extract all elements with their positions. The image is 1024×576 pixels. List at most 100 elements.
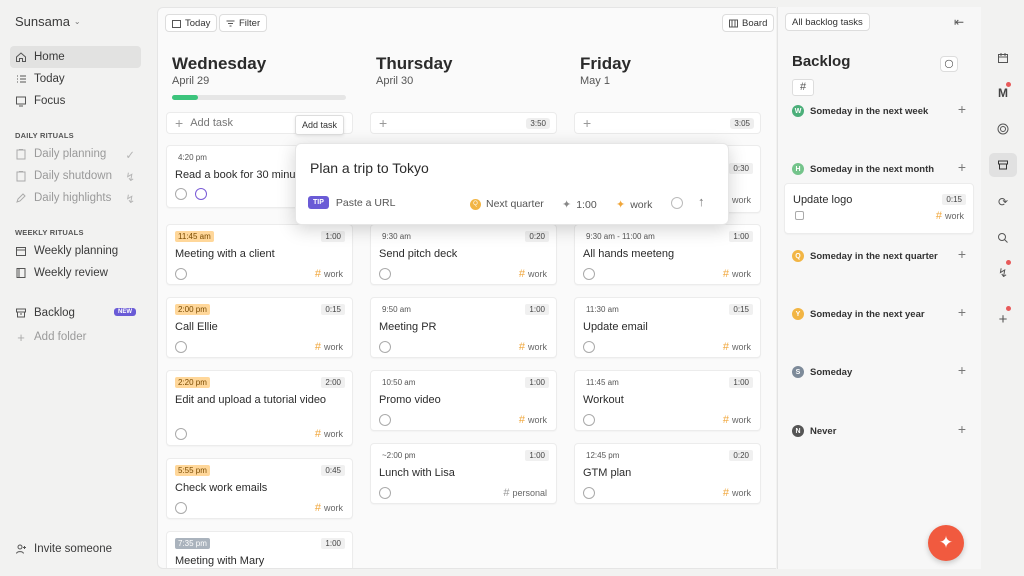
task-tag-label: work bbox=[323, 429, 343, 439]
plus-icon[interactable]: + bbox=[958, 246, 966, 262]
task-tag[interactable]: work bbox=[732, 195, 751, 205]
bolt-rail-button[interactable]: ↯ bbox=[989, 261, 1017, 285]
board-button[interactable]: Board bbox=[722, 14, 775, 32]
all-backlog-tasks-button[interactable]: All backlog tasks bbox=[785, 13, 870, 31]
task-tag[interactable]: # work bbox=[315, 428, 343, 440]
add-task-row-thursday[interactable]: + 3:50 bbox=[370, 112, 557, 134]
nav-today[interactable]: Today bbox=[10, 68, 141, 90]
new-task-title-input[interactable]: Plan a trip to Tokyo bbox=[310, 160, 429, 176]
backlog-group-someday[interactable]: S Someday + bbox=[792, 362, 972, 380]
task-card[interactable]: ~2:00 pm 1:00 Lunch with Lisa # personal bbox=[370, 443, 557, 504]
complete-checkbox[interactable] bbox=[583, 268, 595, 280]
backlog-group-next-week[interactable]: W Someday in the next week + bbox=[792, 101, 972, 119]
nav-daily-shutdown[interactable]: Daily shutdown ↯ bbox=[10, 165, 141, 187]
sync-rail-button[interactable]: ⟳ bbox=[989, 190, 1017, 214]
complete-checkbox[interactable] bbox=[583, 341, 595, 353]
complete-checkbox[interactable] bbox=[379, 341, 391, 353]
nav-weekly-review[interactable]: Weekly review bbox=[10, 262, 141, 284]
complete-checkbox[interactable] bbox=[175, 502, 187, 514]
backlog-task-card[interactable]: Update logo 0:15 # work bbox=[784, 183, 974, 234]
channel-selector[interactable]: Q Next quarter bbox=[470, 198, 544, 210]
notes-icon[interactable] bbox=[795, 211, 804, 220]
target-icon[interactable] bbox=[671, 197, 683, 209]
backlog-group-never[interactable]: N Never + bbox=[792, 421, 972, 439]
complete-checkbox[interactable] bbox=[379, 268, 391, 280]
task-tag[interactable]: # work bbox=[519, 268, 547, 280]
complete-checkbox[interactable] bbox=[175, 341, 187, 353]
workspace-switcher[interactable]: Sunsama ⌄ bbox=[15, 14, 81, 29]
task-tag[interactable]: # work bbox=[936, 210, 964, 222]
year-badge-icon: Y bbox=[792, 308, 804, 320]
nav-home[interactable]: Home bbox=[10, 46, 141, 68]
task-card[interactable]: 7:35 pm 1:00 Meeting with Mary bbox=[166, 531, 353, 568]
add-task-row-friday[interactable]: + 3:05 bbox=[574, 112, 761, 134]
task-tag[interactable]: # work bbox=[723, 487, 751, 499]
task-card[interactable]: 5:55 pm 0:45 Check work emails # work bbox=[166, 458, 353, 519]
task-card[interactable]: 2:00 pm 0:15 Call Ellie # work bbox=[166, 297, 353, 358]
complete-checkbox[interactable] bbox=[379, 487, 391, 499]
task-card[interactable]: 10:50 am 1:00 Promo video # work bbox=[370, 370, 557, 431]
task-card[interactable]: 9:50 am 1:00 Meeting PR # work bbox=[370, 297, 557, 358]
task-tag[interactable]: # work bbox=[315, 502, 343, 514]
nav-focus[interactable]: Focus bbox=[10, 90, 141, 112]
gmail-rail-button[interactable]: M bbox=[989, 81, 1017, 105]
task-card[interactable]: 11:45 am 1:00 Meeting with a client # wor… bbox=[166, 224, 353, 285]
complete-checkbox[interactable] bbox=[379, 414, 391, 426]
backlog-group-next-month[interactable]: H Someday in the next month + bbox=[792, 159, 972, 177]
task-tag[interactable]: # personal bbox=[503, 487, 547, 499]
task-card[interactable]: 12:45 pm 0:20 GTM plan # work bbox=[574, 443, 761, 504]
add-folder-button[interactable]: + Add folder bbox=[10, 326, 141, 348]
task-tag[interactable]: # work bbox=[519, 414, 547, 426]
never-badge-icon: N bbox=[792, 425, 804, 437]
plus-icon[interactable]: + bbox=[958, 421, 966, 437]
complete-checkbox[interactable] bbox=[175, 428, 187, 440]
collapse-panel-icon[interactable]: ⇤ bbox=[954, 15, 964, 29]
plus-icon[interactable]: + bbox=[958, 362, 966, 378]
submit-arrow-icon[interactable]: ↑ bbox=[698, 194, 705, 209]
plus-icon[interactable]: + bbox=[958, 159, 966, 175]
channel-icon[interactable] bbox=[195, 188, 207, 200]
duration-selector[interactable]: ✦ 1:00 bbox=[562, 198, 597, 212]
paste-url-hint[interactable]: TIP Paste a URL bbox=[308, 196, 395, 209]
plus-icon[interactable]: + bbox=[958, 101, 966, 117]
plus-icon[interactable]: + bbox=[958, 304, 966, 320]
backlog-group-next-year[interactable]: Y Someday in the next year + bbox=[792, 304, 972, 322]
backlog-rail-button[interactable] bbox=[989, 153, 1017, 177]
task-card[interactable]: 2:20 pm 2:00 Edit and upload a tutorial … bbox=[166, 370, 353, 446]
backlog-group-label: Someday in the next quarter bbox=[810, 250, 938, 262]
task-card[interactable]: 11:45 am 1:00 Workout # work bbox=[574, 370, 761, 431]
complete-checkbox[interactable] bbox=[175, 268, 187, 280]
task-tag[interactable]: # work bbox=[723, 341, 751, 353]
complete-checkbox[interactable] bbox=[583, 414, 595, 426]
add-integration-button[interactable]: + bbox=[989, 307, 1017, 331]
task-tag[interactable]: # work bbox=[723, 414, 751, 426]
hashtag-filter-button[interactable]: # bbox=[792, 79, 814, 96]
task-tag[interactable]: # work bbox=[519, 341, 547, 353]
task-card[interactable]: 11:30 am 0:15 Update email # work bbox=[574, 297, 761, 358]
nav-backlog[interactable]: Backlog NEW bbox=[10, 302, 141, 324]
invite-button[interactable]: Invite someone bbox=[10, 538, 141, 560]
task-duration: 0:15 bbox=[729, 304, 753, 315]
focus-rail-button[interactable] bbox=[989, 117, 1017, 141]
today-button[interactable]: Today bbox=[165, 14, 218, 32]
search-rail-button[interactable] bbox=[989, 226, 1017, 250]
ai-assistant-button[interactable]: ✦ bbox=[928, 525, 964, 561]
bolt-icon: ↯ bbox=[997, 266, 1009, 280]
backlog-group-next-quarter[interactable]: Q Someday in the next quarter + bbox=[792, 246, 972, 264]
complete-checkbox[interactable] bbox=[175, 188, 187, 200]
day-total-time: 3:05 bbox=[730, 118, 754, 129]
nav-daily-planning[interactable]: Daily planning ✓ bbox=[10, 143, 141, 165]
task-tag[interactable]: # work bbox=[315, 341, 343, 353]
filter-button[interactable]: Filter bbox=[219, 14, 268, 32]
nav-weekly-planning[interactable]: Weekly planning bbox=[10, 240, 141, 262]
task-card[interactable]: 9:30 am 0:20 Send pitch deck # work bbox=[370, 224, 557, 285]
task-tag[interactable]: # work bbox=[723, 268, 751, 280]
nav-daily-highlights[interactable]: Daily highlights ↯ bbox=[10, 187, 141, 209]
task-card[interactable]: 9:30 am - 11:00 am 1:00 All hands meeten… bbox=[574, 224, 761, 285]
calendar-rail-button[interactable] bbox=[989, 46, 1017, 70]
complete-checkbox[interactable] bbox=[583, 487, 595, 499]
task-tag[interactable]: # work bbox=[315, 268, 343, 280]
backlog-emoji-icon[interactable]: ◯ bbox=[940, 56, 958, 72]
tag-selector[interactable]: ✦ work bbox=[616, 198, 652, 212]
task-duration: 0:45 bbox=[321, 465, 345, 476]
